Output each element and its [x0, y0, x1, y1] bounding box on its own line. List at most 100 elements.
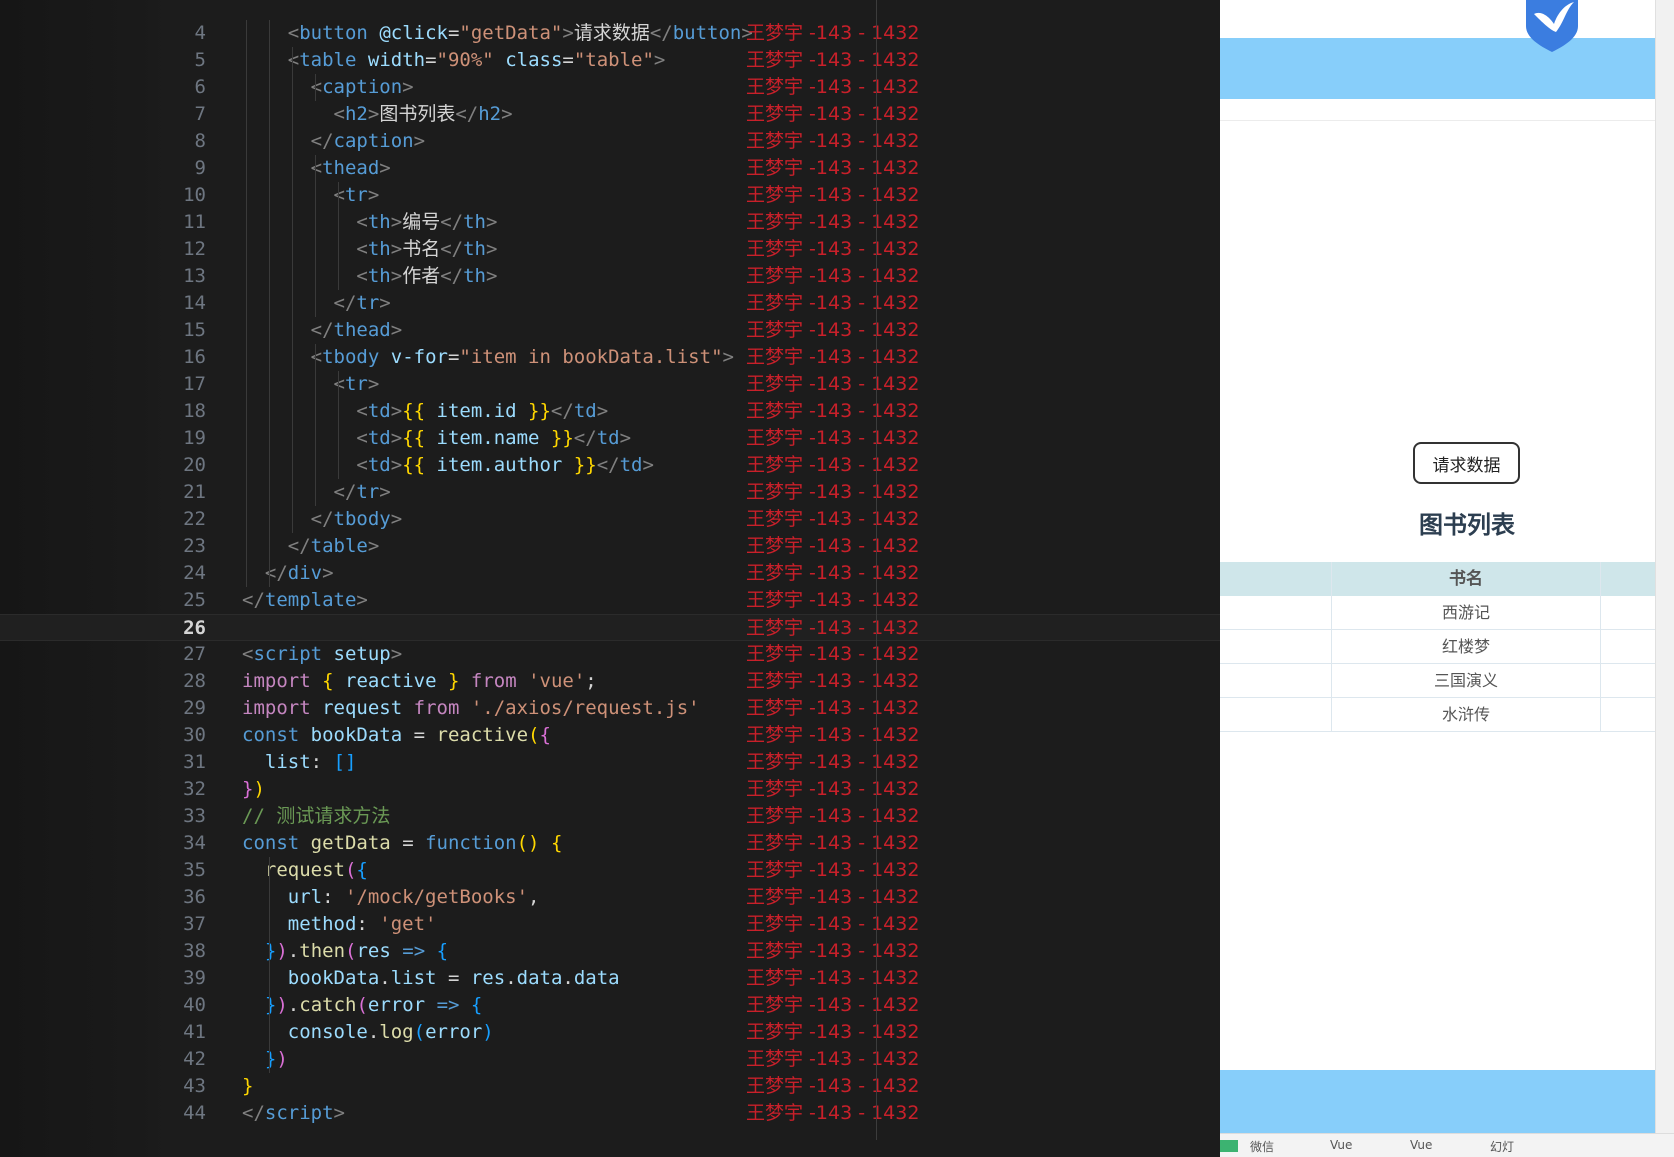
code-line[interactable]: 14 </tr> 王梦宇 -143 - 1432 [0, 290, 1220, 317]
taskbar-item[interactable]: Vue [1410, 1138, 1432, 1152]
watermark-text: 王梦宇 -143 - 1432 [746, 292, 920, 314]
code-line[interactable]: 9 <thead> 王梦宇 -143 - 1432 [0, 155, 1220, 182]
code-editor[interactable]: 4 <button @click="getData">请求数据</button>… [0, 0, 1220, 1157]
code-line[interactable]: 37 method: 'get' 王梦宇 -143 - 1432 [0, 911, 1220, 938]
code-line[interactable]: 30 const bookData = reactive({王梦宇 -143 - … [0, 722, 1220, 749]
watermark-text: 王梦宇 -143 - 1432 [746, 454, 920, 476]
code-line[interactable]: 6 <caption> 王梦宇 -143 - 1432 [0, 74, 1220, 101]
line-number: 26 [183, 617, 206, 639]
taskbar-item[interactable]: 微信 [1250, 1138, 1274, 1155]
code-line[interactable]: 44 </script> 王梦宇 -143 - 1432 [0, 1100, 1220, 1127]
code-line[interactable]: 31 list: [] 王梦宇 -143 - 1432 [0, 749, 1220, 776]
code-text: console.log(error) [287, 1021, 494, 1043]
code-line[interactable]: 24 </div> 王梦宇 -143 - 1432 [0, 560, 1220, 587]
code-text: bookData.list = res.data.data [287, 967, 620, 989]
code-line[interactable]: 17 <tr> 王梦宇 -143 - 1432 [0, 371, 1220, 398]
indent-guide [246, 20, 247, 587]
line-number: 4 [194, 22, 206, 44]
code-line[interactable]: 7 <h2>图书列表</h2> 王梦宇 -143 - 1432 [0, 101, 1220, 128]
code-line[interactable]: 36 url: '/mock/getBooks', 王梦宇 -143 - 1432 [0, 884, 1220, 911]
watermark-text: 王梦宇 -143 - 1432 [746, 913, 920, 935]
code-line[interactable]: 38 }).then(res => {王梦宇 -143 - 1432 [0, 938, 1220, 965]
code-line[interactable]: 40 }).catch(error => {王梦宇 -143 - 1432 [0, 992, 1220, 1019]
watermark-text: 王梦宇 -143 - 1432 [746, 832, 920, 854]
code-line[interactable]: 34 const getData = function() {王梦宇 -143 -… [0, 830, 1220, 857]
code-line[interactable]: 43} 王梦宇 -143 - 1432 [0, 1073, 1220, 1100]
watermark-text: 王梦宇 -143 - 1432 [746, 1021, 920, 1043]
watermark-text: 王梦宇 -143 - 1432 [746, 724, 920, 746]
line-number: 30 [183, 724, 206, 746]
watermark-text: 王梦宇 -143 - 1432 [746, 508, 920, 530]
line-number: 9 [194, 157, 206, 179]
code-line[interactable]: 27 <script setup> 王梦宇 -143 - 1432 [0, 641, 1220, 668]
code-line[interactable]: 15 </thead> 王梦宇 -143 - 1432 [0, 317, 1220, 344]
watermark-text: 王梦宇 -143 - 1432 [746, 76, 920, 98]
code-line[interactable]: 42 }) 王梦宇 -143 - 1432 [0, 1046, 1220, 1073]
watermark-text: 王梦宇 -143 - 1432 [746, 1102, 920, 1124]
code-line[interactable]: 41 console.log(error) 王梦宇 -143 - 1432 [0, 1019, 1220, 1046]
app-icon [1220, 1140, 1238, 1152]
code-line[interactable]: 5 <table width="90%" class="table"> 王梦宇 -… [0, 47, 1220, 74]
line-number: 32 [183, 778, 206, 800]
table-row: 红楼梦 [1220, 630, 1655, 664]
code-line[interactable]: 19 <td>{{ item.name }}</td> 王梦宇 -143 - 14… [0, 425, 1220, 452]
code-line[interactable]: 32}) 王梦宇 -143 - 1432 [0, 776, 1220, 803]
taskbar-item[interactable]: Vue [1330, 1138, 1352, 1152]
code-line[interactable]: 12 <th>书名</th> 王梦宇 -143 - 1432 [0, 236, 1220, 263]
watermark-text: 王梦宇 -143 - 1432 [746, 994, 920, 1016]
code-text: <td>{{ item.author }}</td> [356, 454, 654, 476]
code-line[interactable]: 13 <th>作者</th> 王梦宇 -143 - 1432 [0, 263, 1220, 290]
code-line[interactable]: 21 </tr> 王梦宇 -143 - 1432 [0, 479, 1220, 506]
code-line[interactable]: 4 <button @click="getData">请求数据</button>… [0, 20, 1220, 47]
line-number: 17 [183, 373, 206, 395]
request-data-button[interactable]: 请求数据 [1413, 442, 1520, 484]
watermark-text: 王梦宇 -143 - 1432 [746, 346, 920, 368]
code-line[interactable]: 26 王梦宇 -143 - 1432 [0, 614, 1220, 641]
code-line[interactable]: 20 <td>{{ item.author }}</td> 王梦宇 -143 - … [0, 452, 1220, 479]
code-text: // 测试请求方法 [242, 805, 391, 827]
line-number: 10 [183, 184, 206, 206]
code-line[interactable]: 39 bookData.list = res.data.data 王梦宇 -143… [0, 965, 1220, 992]
line-number: 44 [183, 1102, 206, 1124]
vertical-scrollbar[interactable] [1655, 0, 1674, 1157]
code-text: }) [242, 778, 265, 800]
line-number: 36 [183, 886, 206, 908]
code-line[interactable]: 8 </caption> 王梦宇 -143 - 1432 [0, 128, 1220, 155]
line-number: 33 [183, 805, 206, 827]
watermark-text: 王梦宇 -143 - 1432 [746, 400, 920, 422]
line-number: 5 [194, 49, 206, 71]
watermark-text: 王梦宇 -143 - 1432 [746, 562, 920, 584]
column-divider [1331, 562, 1332, 731]
code-text: </template> [242, 589, 368, 611]
table-row: 西游记 [1220, 596, 1655, 630]
watermark-text: 王梦宇 -143 - 1432 [746, 617, 920, 639]
code-line[interactable]: 25 </template> 王梦宇 -143 - 1432 [0, 587, 1220, 614]
indent-guide [291, 47, 293, 533]
code-line[interactable]: 16 <tbody v-for="item in bookData.list">… [0, 344, 1220, 371]
code-line[interactable]: 28 import { reactive } from 'vue'; 王梦宇 -14… [0, 668, 1220, 695]
code-text: import { reactive } from 'vue'; [242, 670, 597, 692]
code-text: <th>书名</th> [356, 238, 498, 260]
watermark-text: 王梦宇 -143 - 1432 [746, 49, 920, 71]
code-line[interactable]: 11 <th>编号</th> 王梦宇 -143 - 1432 [0, 209, 1220, 236]
line-number: 28 [183, 670, 206, 692]
code-line[interactable]: 22 </tbody> 王梦宇 -143 - 1432 [0, 506, 1220, 533]
table-caption: 图书列表 [1419, 511, 1515, 539]
book-name-cell: 水浒传 [1441, 705, 1490, 724]
taskbar: 微信 Vue Vue 幻灯 [1220, 1133, 1674, 1157]
line-number: 34 [183, 832, 206, 854]
code-text: </script> [242, 1102, 345, 1124]
code-line[interactable]: 23 </table> 王梦宇 -143 - 1432 [0, 533, 1220, 560]
line-number: 25 [183, 589, 206, 611]
code-line[interactable]: 10 <tr> 王梦宇 -143 - 1432 [0, 182, 1220, 209]
watermark-text: 王梦宇 -143 - 1432 [746, 103, 920, 125]
taskbar-item[interactable]: 幻灯 [1490, 1138, 1514, 1155]
watermark-text: 王梦宇 -143 - 1432 [746, 589, 920, 611]
code-line[interactable]: 18 <td>{{ item.id }}</td> 王梦宇 -143 - 1432 [0, 398, 1220, 425]
code-line[interactable]: 29 import request from './axios/request.j… [0, 695, 1220, 722]
code-line[interactable]: 33 // 测试请求方法 王梦宇 -143 - 1432 [0, 803, 1220, 830]
code-text: <table width="90%" class="table"> [287, 49, 666, 71]
code-text: <h2>图书列表</h2> [333, 103, 513, 125]
code-line[interactable]: 35 request({王梦宇 -143 - 1432 [0, 857, 1220, 884]
line-number: 37 [183, 913, 206, 935]
